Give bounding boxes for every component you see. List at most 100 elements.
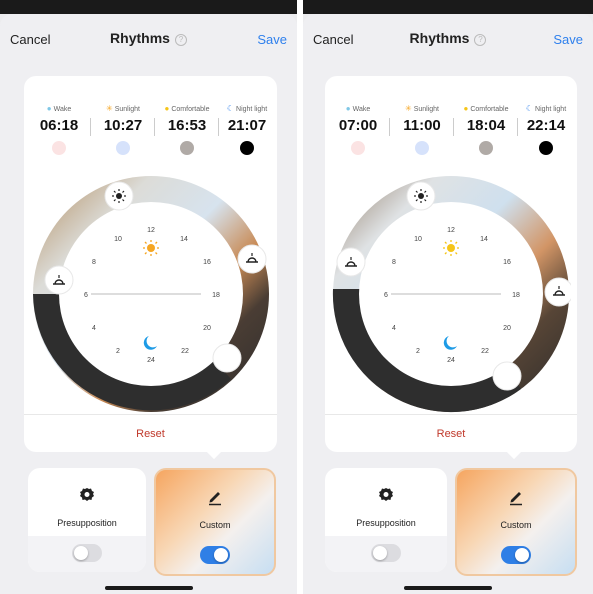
presupposition-toggle[interactable]	[371, 544, 401, 562]
sunlight-handle[interactable]	[104, 181, 133, 211]
option-label: Presupposition	[356, 518, 416, 528]
time-comfortable[interactable]: ● Comfortable 18:04	[455, 104, 517, 155]
time-label: Sunlight	[114, 106, 140, 113]
hour-label: 24	[447, 357, 455, 364]
wake-handle[interactable]	[336, 247, 366, 277]
help-icon[interactable]: ?	[474, 34, 487, 46]
separator	[154, 118, 155, 136]
rhythm-dial[interactable]: 12 14 16 18 20 22 24 2 4 6 8 10	[31, 174, 271, 414]
save-button[interactable]: Save	[553, 32, 583, 47]
wake-icon: ●	[46, 104, 52, 113]
time-summary: ● Wake 07:00 ✳ Sunlight 11:00 ● Comfortable…	[325, 104, 577, 164]
page-title: Rhythms?	[0, 30, 297, 46]
toggle-knob	[515, 548, 529, 562]
hour-label: 12	[147, 227, 155, 234]
time-value: 11:00	[403, 117, 441, 134]
reset-button[interactable]: Reset	[24, 428, 277, 440]
rhythm-card: ● Wake 06:18 ✳ Sunlight 10:27 ● Comfortable…	[24, 76, 277, 452]
night-light-handle[interactable]	[212, 343, 241, 373]
color-swatch	[116, 141, 130, 155]
toggle-knob	[373, 546, 387, 560]
rhythm-dial[interactable]: 12 14 16 18 20 22 24 2 4 6 8 10	[331, 174, 571, 414]
pen-icon	[510, 492, 522, 506]
title-text: Rhythms	[110, 30, 170, 46]
option-presupposition[interactable]: Presupposition	[325, 468, 447, 572]
time-value: 10:27	[103, 117, 143, 134]
divider	[24, 414, 277, 415]
hour-label: 18	[212, 292, 220, 299]
hour-label: 8	[392, 259, 396, 266]
rhythm-card: ● Wake 07:00 ✳ Sunlight 11:00 ● Comfortable…	[325, 76, 577, 452]
comfortable-handle[interactable]	[237, 244, 266, 274]
save-button[interactable]: Save	[257, 32, 287, 47]
time-comfortable[interactable]: ● Comfortable 16:53	[156, 104, 218, 155]
hour-label: 2	[116, 348, 120, 355]
custom-toggle[interactable]	[501, 546, 531, 564]
title-text: Rhythms	[409, 30, 470, 46]
gear-icon	[379, 488, 393, 501]
hour-label: 16	[203, 259, 211, 266]
hour-label: 18	[512, 292, 520, 299]
time-summary: ● Wake 06:18 ✳ Sunlight 10:27 ● Comfortable…	[24, 104, 277, 164]
toggle-knob	[74, 546, 88, 560]
gear-icon	[80, 488, 94, 501]
time-value: 16:53	[167, 117, 207, 134]
option-label: Custom	[500, 520, 532, 530]
comfortable-icon: ●	[164, 104, 170, 113]
toggle-knob	[214, 548, 228, 562]
option-presupposition[interactable]: Presupposition	[28, 468, 146, 572]
custom-toggle[interactable]	[200, 546, 230, 564]
time-sunlight[interactable]: ✳ Sunlight 11:00	[391, 104, 453, 155]
time-wake[interactable]: ● Wake 06:18	[28, 104, 90, 155]
sun-icon: ✳	[405, 104, 412, 113]
hour-label: 14	[180, 236, 188, 243]
header: Cancel Rhythms? Save	[303, 18, 593, 58]
night-light-handle[interactable]	[492, 361, 522, 391]
hour-label: 16	[503, 259, 511, 266]
sunlight-handle[interactable]	[406, 181, 436, 211]
moon-icon: ☾	[226, 104, 235, 113]
hour-label: 10	[414, 236, 422, 243]
separator	[389, 118, 390, 136]
status-strip	[0, 0, 297, 14]
time-value: 07:00	[338, 117, 378, 134]
hour-label: 8	[92, 259, 96, 266]
option-label: Custom	[199, 520, 231, 530]
hour-label: 6	[384, 292, 388, 299]
presupposition-toggle[interactable]	[72, 544, 102, 562]
time-label: Night light	[535, 106, 567, 113]
color-swatch	[351, 141, 365, 155]
hour-label: 12	[447, 227, 455, 234]
time-value: 18:04	[466, 117, 506, 134]
hour-label: 22	[181, 348, 189, 355]
comfortable-handle[interactable]	[544, 277, 571, 307]
color-swatch	[479, 141, 493, 155]
page-title: Rhythms?	[303, 30, 593, 46]
time-sunlight[interactable]: ✳ Sunlight 10:27	[92, 104, 154, 155]
option-custom[interactable]: Custom	[455, 468, 577, 576]
rhythms-screen-right: Cancel Rhythms? Save ● Wake 07:00 ✳ Sunlig…	[303, 0, 593, 594]
rhythms-screen-left: Cancel Rhythms? Save ● Wake 06:18 ✳ Sunlig…	[0, 0, 297, 594]
separator	[453, 118, 454, 136]
option-custom[interactable]: Custom	[154, 468, 276, 576]
hour-label: 24	[147, 357, 155, 364]
color-swatch	[240, 141, 254, 155]
color-swatch	[52, 141, 66, 155]
hour-label: 20	[503, 325, 511, 332]
help-icon[interactable]: ?	[174, 34, 187, 46]
time-night-light[interactable]: ☾ Night light 21:07	[216, 104, 278, 155]
option-label: Presupposition	[57, 518, 117, 528]
divider	[325, 414, 577, 415]
time-night-light[interactable]: ☾ Night light 22:14	[515, 104, 577, 155]
comfortable-icon: ●	[463, 104, 469, 113]
time-label: Comfortable	[171, 106, 210, 113]
time-wake[interactable]: ● Wake 07:00	[327, 104, 389, 155]
separator	[90, 118, 91, 136]
reset-button[interactable]: Reset	[325, 428, 577, 440]
time-label: Night light	[236, 106, 268, 113]
time-value: 06:18	[39, 117, 79, 134]
wake-handle[interactable]	[44, 265, 73, 295]
dial-graphic: 12 14 16 18 20 22 24 2 4 6 8 10	[32, 176, 269, 412]
hour-label: 6	[84, 292, 88, 299]
hour-label: 4	[92, 325, 96, 332]
